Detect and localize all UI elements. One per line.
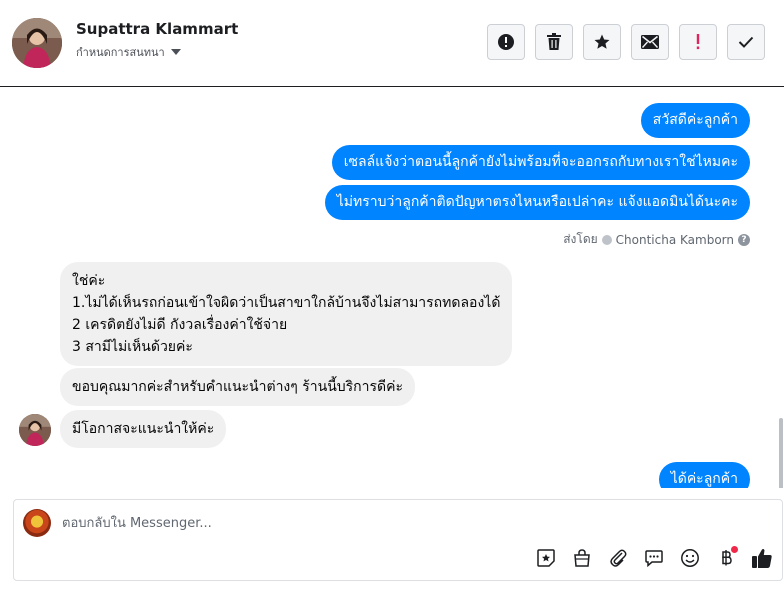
star-button[interactable] [583, 24, 621, 60]
shop-button[interactable] [570, 546, 594, 570]
saved-reply-button[interactable] [642, 546, 666, 570]
emoji-button[interactable] [678, 546, 702, 570]
reply-composer [13, 499, 783, 581]
like-icon [752, 548, 772, 568]
incoming-message[interactable]: มีโอกาสจะแนะนำให้ค่ะ [60, 410, 227, 448]
message-line: ใช่ค่ะ [72, 273, 106, 289]
mark-done-button[interactable] [727, 24, 765, 60]
delete-button[interactable] [535, 24, 573, 60]
sent-by-label: ส่งโดย [563, 232, 598, 246]
header-actions [487, 24, 765, 60]
message-thread[interactable]: สวัสดีค่ะลูกค้า เซลล์แจ้งว่าตอนนี้ลูกค้า… [0, 88, 784, 488]
outgoing-message[interactable]: สวัสดีค่ะลูกค้า [640, 103, 750, 138]
contact-avatar-small [19, 414, 51, 446]
alert-circle-icon [498, 34, 514, 50]
check-icon [738, 36, 754, 48]
scrollbar[interactable] [779, 418, 783, 488]
exclamation-icon [696, 34, 700, 50]
like-button[interactable] [750, 546, 774, 570]
saved-reply-icon [645, 550, 663, 568]
notification-dot [731, 546, 738, 553]
outgoing-message[interactable]: ไม่ทราบว่าลูกค้าติดปัญหาตรงไหนหรือเปล่าค… [324, 185, 750, 220]
mark-unread-button[interactable] [631, 24, 669, 60]
outgoing-message[interactable]: เซลล์แจ้งว่าตอนนี้ลูกค้ายังไม่พร้อมที่จะ… [331, 145, 750, 180]
envelope-icon [641, 35, 659, 49]
outgoing-message[interactable]: ได้ค่ะลูกค้า [658, 462, 750, 488]
verified-check-icon [601, 234, 612, 245]
composer-toolbar [534, 546, 774, 570]
payment-button[interactable] [714, 546, 738, 570]
contact-name[interactable]: Supattra Klammart [76, 20, 238, 38]
message-line: 3 สามีไม่เห็นด้วยค่ะ [72, 339, 193, 355]
message-line: 2 เครดิตยังไม่ดี กังวลเรื่องค่าใช้จ่าย [72, 317, 288, 333]
reply-input[interactable] [62, 513, 662, 533]
assign-label: กำหนดการสนทนา [76, 46, 165, 59]
sticker-button[interactable] [534, 546, 558, 570]
help-icon[interactable]: ? [738, 233, 750, 246]
attach-button[interactable] [606, 546, 630, 570]
emoji-icon [681, 549, 699, 567]
trash-icon [547, 33, 561, 50]
page-avatar [23, 509, 51, 537]
shop-bag-icon [574, 549, 590, 567]
incoming-message[interactable]: ใช่ค่ะ 1.ไม่ได้เห็นรถก่อนเข้าใจผิดว่าเป็… [60, 262, 513, 366]
sent-by-info: ส่งโดย Chonticha Kamborn ? [563, 230, 750, 249]
incoming-message[interactable]: ขอบคุณมากค่ะสำหรับคำแนะนำต่างๆ ร้านนี้บร… [60, 368, 416, 406]
conversation-header: Supattra Klammart กำหนดการสนทนา [0, 0, 784, 87]
report-spam-button[interactable] [487, 24, 525, 60]
contact-avatar[interactable] [12, 18, 62, 68]
sent-by-name: Chonticha Kamborn [615, 232, 734, 247]
chevron-down-icon [170, 49, 181, 55]
sticker-icon [537, 549, 555, 567]
assign-conversation-dropdown[interactable]: กำหนดการสนทนา [76, 43, 181, 61]
message-line: 1.ไม่ได้เห็นรถก่อนเข้าใจผิดว่าเป็นสาขาใก… [72, 295, 501, 311]
follow-up-button[interactable] [679, 24, 717, 60]
attach-icon [610, 549, 627, 567]
star-icon [594, 34, 610, 49]
